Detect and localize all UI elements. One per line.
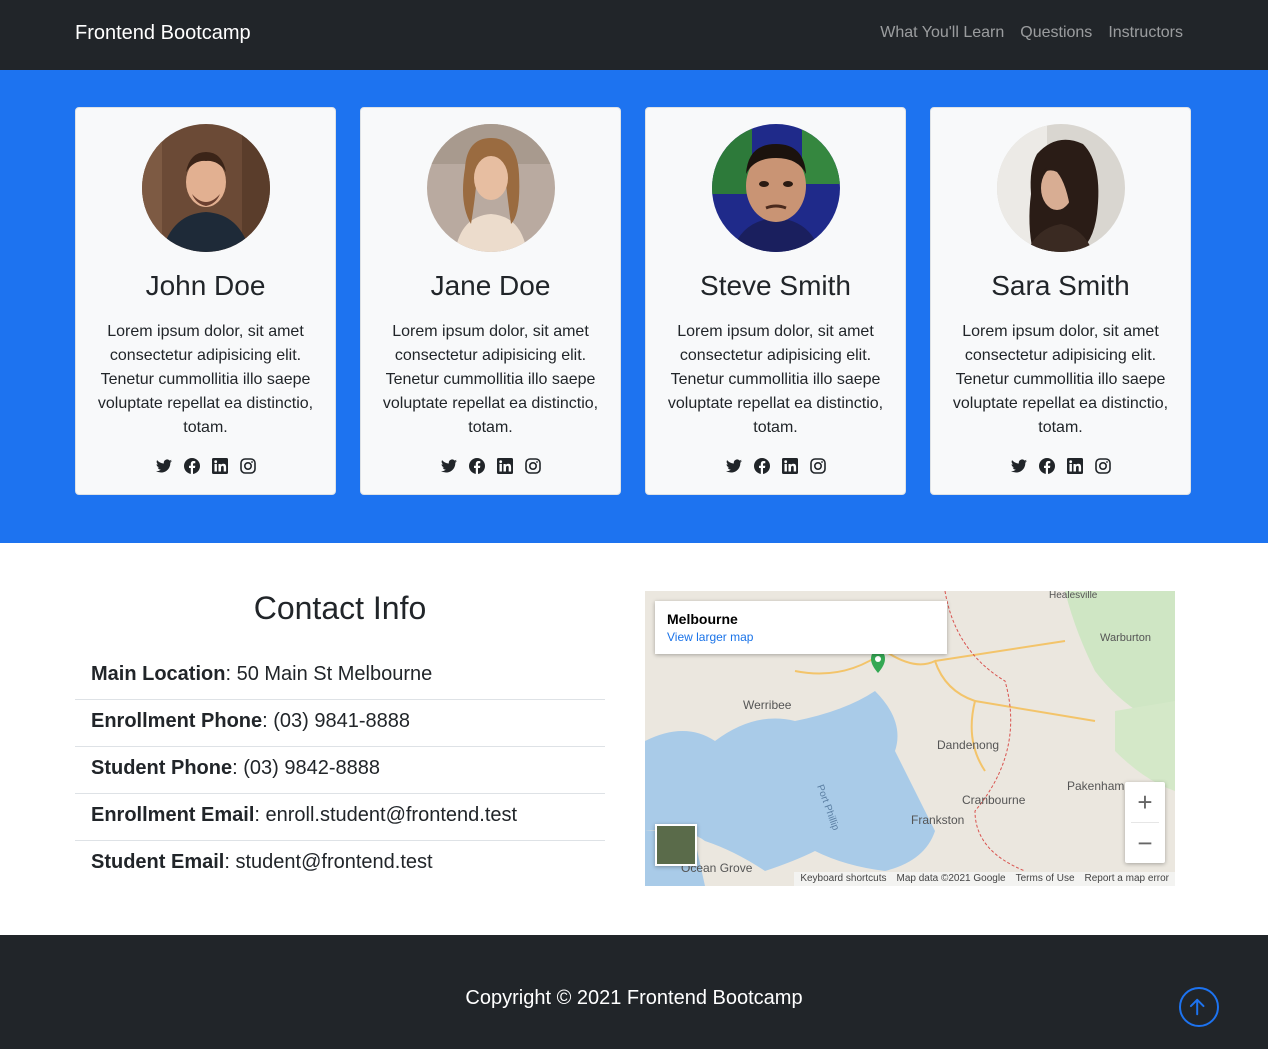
map-info-card: Melbourne View larger map: [655, 601, 947, 654]
view-larger-map-link[interactable]: View larger map: [667, 630, 935, 644]
map-place-title: Melbourne: [667, 611, 738, 627]
contact-list: Main Location: 50 Main St Melbourne Enro…: [75, 653, 605, 888]
nav-link-instructors[interactable]: Instructors: [1108, 24, 1183, 42]
instructor-bio: Lorem ipsum dolor, sit amet consectetur …: [667, 323, 884, 436]
arrow-up-icon: [1189, 998, 1205, 1016]
contact-item: Enrollment Phone: (03) 9841-8888: [75, 700, 605, 747]
linkedin-icon[interactable]: [211, 458, 228, 474]
contact-value: : student@frontend.test: [224, 851, 433, 873]
contact-value: : 50 Main St Melbourne: [225, 663, 433, 685]
nav-link-questions[interactable]: Questions: [1020, 24, 1092, 42]
contact-title: Contact Info: [253, 590, 427, 626]
facebook-icon[interactable]: [183, 458, 200, 474]
contact-label: Main Location: [91, 663, 226, 685]
twitter-icon[interactable]: [725, 458, 742, 474]
instructor-bio: Lorem ipsum dolor, sit amet consectetur …: [382, 323, 599, 436]
contact-label: Enrollment Email: [91, 804, 255, 826]
twitter-icon[interactable]: [440, 458, 457, 474]
brand-logo[interactable]: Frontend Bootcamp: [75, 22, 251, 45]
instructor-name: Steve Smith: [700, 270, 851, 301]
twitter-icon[interactable]: [155, 458, 172, 474]
keyboard-shortcuts-link[interactable]: Keyboard shortcuts: [800, 873, 886, 885]
instagram-icon[interactable]: [524, 458, 541, 474]
social-links: [76, 458, 335, 474]
satellite-toggle[interactable]: [655, 824, 697, 866]
instructor-card: Sara Smith Lorem ipsum dolor, sit amet c…: [930, 107, 1191, 495]
facebook-icon[interactable]: [1038, 458, 1055, 474]
instructors-section: John Doe Lorem ipsum dolor, sit amet con…: [0, 70, 1268, 543]
contact-item: Enrollment Email: enroll.student@fronten…: [75, 794, 605, 841]
map-label: Frankston: [911, 813, 964, 827]
instructor-card: Steve Smith Lorem ipsum dolor, sit amet …: [645, 107, 906, 495]
twitter-icon[interactable]: [1010, 458, 1027, 474]
contact-label: Student Phone: [91, 757, 233, 779]
copyright-text: Copyright © 2021 Frontend Bootcamp: [465, 987, 803, 1009]
instagram-icon[interactable]: [239, 458, 256, 474]
contact-value: : (03) 9842-8888: [232, 757, 380, 779]
map-label: Warburton: [1100, 632, 1151, 644]
instagram-icon[interactable]: [809, 458, 826, 474]
linkedin-icon[interactable]: [781, 458, 798, 474]
instructor-card: Jane Doe Lorem ipsum dolor, sit amet con…: [360, 107, 621, 495]
social-links: [931, 458, 1190, 474]
instructor-card: John Doe Lorem ipsum dolor, sit amet con…: [75, 107, 336, 495]
instructor-name: John Doe: [145, 270, 266, 301]
social-links: [361, 458, 620, 474]
avatar: [142, 124, 270, 252]
map-label: Werribee: [743, 698, 792, 712]
avatar: [427, 124, 555, 252]
contact-item: Student Phone: (03) 9842-8888: [75, 747, 605, 794]
footer: Copyright © 2021 Frontend Bootcamp: [0, 935, 1268, 1049]
navbar: Frontend Bootcamp What You'll Learn Ques…: [0, 0, 1268, 70]
scroll-to-top-button[interactable]: [1179, 987, 1219, 1027]
contact-item: Student Email: student@frontend.test: [75, 841, 605, 888]
map-label: Cranbourne: [962, 793, 1026, 807]
contact-value: : (03) 9841-8888: [262, 710, 411, 732]
nav-links: What You'll Learn Questions Instructors: [880, 24, 1183, 42]
contact-label: Enrollment Phone: [91, 710, 263, 732]
map-data-text: Map data ©2021 Google: [896, 873, 1006, 884]
zoom-controls: + −: [1125, 782, 1165, 863]
linkedin-icon[interactable]: [1066, 458, 1083, 474]
contact-label: Student Email: [91, 851, 225, 873]
map-label: Pakenham: [1067, 779, 1124, 793]
zoom-out-button[interactable]: −: [1125, 823, 1165, 863]
linkedin-icon[interactable]: [496, 458, 513, 474]
contact-value: : enroll.student@frontend.test: [254, 804, 518, 826]
contact-item: Main Location: 50 Main St Melbourne: [75, 653, 605, 700]
map-label: Healesville: [1049, 591, 1098, 601]
social-links: [646, 458, 905, 474]
map-footer: Keyboard shortcuts Map data ©2021 Google…: [794, 872, 1175, 886]
instructor-name: Jane Doe: [430, 270, 551, 301]
zoom-in-button[interactable]: +: [1125, 782, 1165, 822]
facebook-icon[interactable]: [753, 458, 770, 474]
instagram-icon[interactable]: [1094, 458, 1111, 474]
embedded-map[interactable]: Werribee Dandenong Frankston Cranbourne …: [645, 591, 1175, 886]
avatar: [997, 124, 1125, 252]
map-label: Dandenong: [937, 738, 999, 752]
facebook-icon[interactable]: [468, 458, 485, 474]
instructor-bio: Lorem ipsum dolor, sit amet consectetur …: [952, 323, 1169, 436]
instructor-bio: Lorem ipsum dolor, sit amet consectetur …: [97, 323, 314, 436]
terms-link[interactable]: Terms of Use: [1016, 873, 1075, 885]
instructor-name: Sara Smith: [991, 270, 1130, 301]
nav-link-learn[interactable]: What You'll Learn: [880, 24, 1004, 42]
report-error-link[interactable]: Report a map error: [1085, 873, 1169, 885]
avatar: [712, 124, 840, 252]
